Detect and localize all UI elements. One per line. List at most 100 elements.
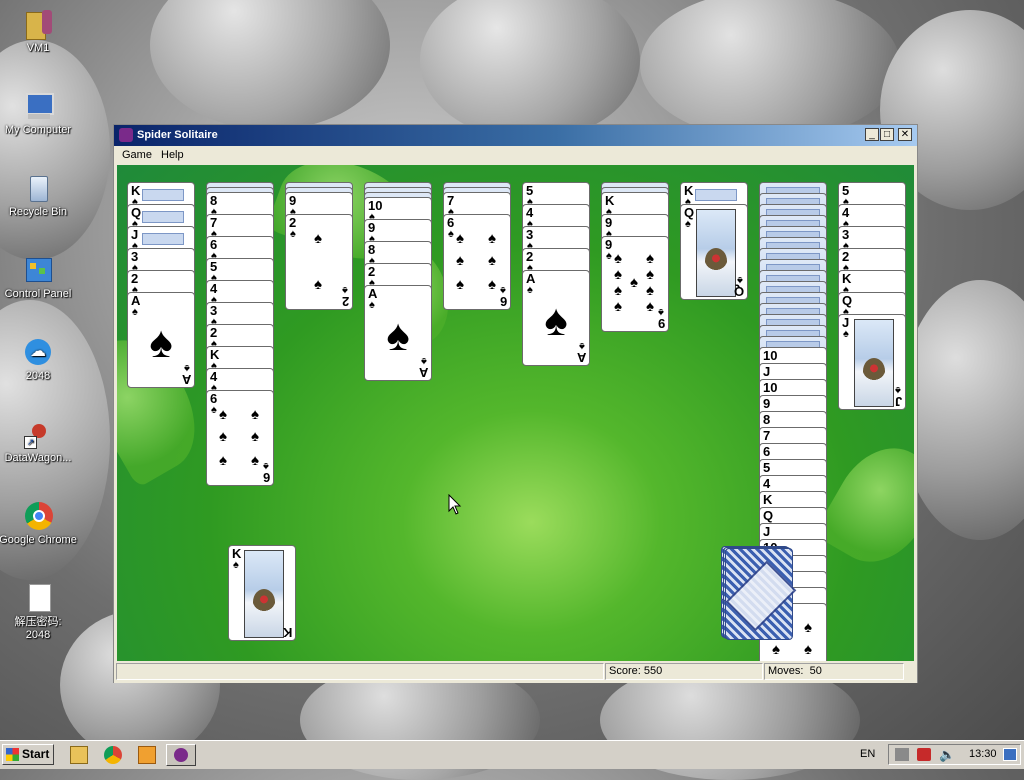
desktop-icon-label: Control Panel bbox=[4, 288, 72, 300]
mouse-cursor-icon bbox=[448, 494, 462, 515]
start-button[interactable]: Start bbox=[2, 744, 54, 765]
security-alert-icon[interactable] bbox=[917, 748, 931, 761]
clock: 13:30 bbox=[969, 748, 997, 760]
spade-suit-icon: ♠ bbox=[448, 228, 454, 240]
desktop-icon-vm1[interactable]: VM1 bbox=[0, 8, 78, 55]
score-panel: Score: 550 bbox=[605, 663, 763, 680]
spade-suit-icon: ♠ bbox=[500, 284, 506, 296]
desktop-icon-google-chrome[interactable]: Google Chrome bbox=[0, 500, 78, 547]
desktop-icon-control-panel[interactable]: Control Panel bbox=[0, 254, 78, 301]
spade-suit-icon: ♠ bbox=[369, 299, 375, 311]
start-label: Start bbox=[22, 747, 50, 761]
explorer-icon[interactable] bbox=[70, 746, 88, 764]
spade-pip-icon: ♠ bbox=[804, 641, 812, 658]
spade-pip-icon: ♠ bbox=[488, 230, 496, 247]
desktop-icon-2048[interactable]: ☁ 2048 bbox=[0, 336, 78, 383]
spade-pip-icon: ♠ bbox=[219, 452, 227, 469]
desktop-icon-document[interactable]: 解压密码: 2048 bbox=[0, 582, 78, 642]
spade-suit-icon: ♠ bbox=[658, 306, 664, 318]
close-button[interactable]: ✕ bbox=[898, 128, 912, 141]
spade-pip-icon: ♠ bbox=[614, 282, 622, 299]
spade-suit-icon: ♠ bbox=[233, 559, 239, 571]
card-rank: K bbox=[282, 625, 292, 640]
desktop-icon-datawagon[interactable]: ↗ DataWagon... bbox=[0, 418, 78, 465]
spade-pip-icon: ♠ bbox=[456, 252, 464, 269]
desktop-icon-my-computer[interactable]: My Computer bbox=[0, 90, 78, 137]
desktop-icon-label: My Computer bbox=[4, 124, 72, 136]
spider-solitaire-taskbar-button[interactable] bbox=[166, 744, 196, 766]
chrome-icon[interactable] bbox=[104, 746, 122, 764]
playing-card[interactable]: 6♠♠♠♠♠♠♠6♠ bbox=[443, 214, 511, 310]
spade-suit-icon: ♠ bbox=[685, 218, 691, 230]
playing-card[interactable]: J ♠ J ♠ bbox=[838, 314, 906, 410]
spade-pip-icon: ♠ bbox=[646, 298, 654, 315]
playing-card[interactable]: 6♠♠♠♠♠♠♠6♠ bbox=[206, 390, 274, 486]
desktop-icon-label: VM1 bbox=[26, 42, 50, 54]
chrome-icon bbox=[22, 500, 54, 532]
game-table[interactable]: K ♠ Q ♠ J ♠ 3 ♠ 2 ♠ A ♠ ♠ A ♠ 8 ♠ 7 ♠ 6 ♠ 5 ♠ 4 ♠ 3 ♠ 2 ♠ K ♠ 4 ♠ 6 ♠ ♠ ♠ ♠ ♠ ♠… bbox=[117, 165, 914, 661]
spade-pip-icon: ♠ bbox=[456, 230, 464, 247]
spade-pip-icon: ♠ bbox=[314, 230, 322, 247]
spade-pip-icon: ♠ bbox=[219, 428, 227, 445]
moves-value: 50 bbox=[809, 665, 822, 677]
title-bar[interactable]: Spider Solitaire _ □ ✕ bbox=[114, 125, 917, 146]
wallpaper-shape bbox=[640, 0, 900, 140]
system-tray: 🔈 13:30 bbox=[888, 744, 1021, 765]
spade-pip-icon: ♠ bbox=[314, 276, 322, 293]
desktop-icon-label: DataWagon... bbox=[4, 452, 72, 464]
window-title: Spider Solitaire bbox=[137, 129, 218, 141]
spade-suit-icon: ♠ bbox=[149, 318, 173, 367]
spade-suit-icon: ♠ bbox=[386, 311, 410, 360]
volume-icon[interactable]: 🔈 bbox=[939, 747, 955, 763]
completed-pile: K ♠ K bbox=[228, 545, 296, 641]
language-indicator[interactable]: EN bbox=[860, 748, 875, 760]
computer-icon bbox=[22, 90, 54, 122]
menu-bar: Game Help bbox=[114, 146, 917, 165]
desktop-icon-label: Google Chrome bbox=[0, 534, 77, 546]
menu-game[interactable]: Game bbox=[122, 149, 152, 161]
score-label: Score: bbox=[609, 665, 641, 677]
spider-solitaire-window: Spider Solitaire _ □ ✕ Game Help K ♠ Q ♠ J ♠ 3… bbox=[113, 124, 918, 683]
playing-card[interactable]: A ♠ ♠ A ♠ bbox=[522, 270, 590, 366]
menu-help[interactable]: Help bbox=[161, 149, 184, 161]
desktop-icon-recycle-bin[interactable]: Recycle Bin bbox=[0, 172, 78, 219]
maximize-button[interactable]: □ bbox=[880, 128, 894, 141]
card-rank: J bbox=[894, 394, 902, 409]
wallpaper-shape bbox=[420, 0, 640, 140]
card-back-strip bbox=[142, 189, 184, 201]
playing-card[interactable]: A ♠ ♠ A ♠ bbox=[364, 285, 432, 381]
spade-pip-icon: ♠ bbox=[772, 641, 780, 658]
spade-pip-icon: ♠ bbox=[219, 406, 227, 423]
playing-card[interactable]: 2 ♠ ♠ ♠ 2 ♠ bbox=[285, 214, 353, 310]
network-icon[interactable] bbox=[895, 748, 909, 761]
desktop-icon-label-line2: 2048 bbox=[25, 629, 51, 641]
spade-suit-icon: ♠ bbox=[606, 250, 612, 262]
control-panel-icon bbox=[22, 254, 54, 286]
spade-pip-icon: ♠ bbox=[251, 428, 259, 445]
stock-pile[interactable] bbox=[725, 548, 793, 640]
playing-card[interactable]: Q ♠ Q ♠ bbox=[680, 204, 748, 300]
card-back-strip bbox=[695, 189, 737, 201]
spade-pip-icon: ♠ bbox=[488, 276, 496, 293]
shortcut-icon: ↗ bbox=[22, 418, 54, 450]
card-rank: 2 bbox=[341, 294, 349, 309]
media-player-icon[interactable] bbox=[138, 746, 156, 764]
desktop-icon-label: 解压密码: bbox=[14, 616, 62, 628]
playing-card[interactable]: A ♠ ♠ A ♠ bbox=[127, 292, 195, 388]
spade-suit-icon: ♠ bbox=[290, 228, 296, 240]
folder-icon bbox=[22, 8, 54, 40]
minimize-button[interactable]: _ bbox=[865, 128, 879, 141]
status-bar: Score: 550 Moves: 50 bbox=[114, 661, 917, 683]
spade-pip-icon: ♠ bbox=[614, 250, 622, 267]
spade-suit-icon: ♠ bbox=[211, 404, 217, 416]
spade-pip-icon: ♠ bbox=[614, 266, 622, 283]
playing-card[interactable]: 9 ♠ ♠ ♠ ♠ ♠ ♠ ♠ ♠ ♠ ♠ 9 ♠ bbox=[601, 236, 669, 332]
court-card-artwork bbox=[696, 209, 736, 297]
spade-suit-icon: ♠ bbox=[579, 340, 585, 352]
spade-suit-icon: ♠ bbox=[263, 460, 269, 472]
court-card-artwork bbox=[244, 550, 284, 638]
status-message bbox=[116, 663, 604, 680]
court-card-artwork bbox=[854, 319, 894, 407]
show-desktop-icon[interactable] bbox=[1003, 748, 1017, 761]
windows-logo-icon bbox=[6, 748, 19, 761]
